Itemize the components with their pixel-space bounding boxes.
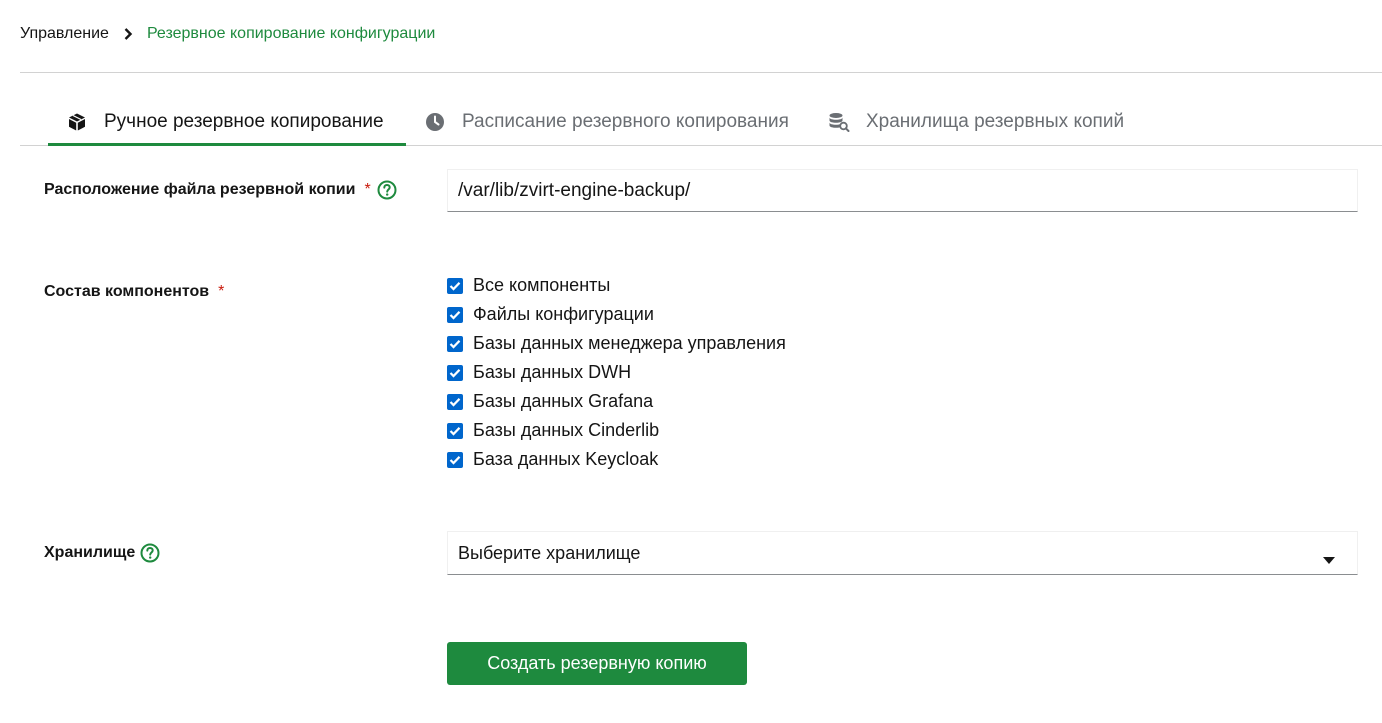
breadcrumb-current: Резервное копирование конфигурации [146,25,436,42]
storage-select-value: Выберите хранилище [458,542,641,563]
checkbox-checked-icon[interactable] [447,277,463,294]
label-text: Расположение файла резервной копии [44,181,356,198]
label-text: Хранилище [44,544,136,561]
breadcrumb-root[interactable]: Управление [20,25,109,43]
checkbox-checked-icon[interactable] [447,422,463,439]
checkbox-grafana-db[interactable]: Базы данных Grafana [447,387,786,416]
label-text: Состав компонентов [44,283,210,300]
required-mark: * [364,181,371,198]
database-search-icon [828,111,850,133]
box-icon [66,111,88,133]
checkbox-all-components[interactable]: Все компоненты [447,271,786,300]
checkbox-checked-icon[interactable] [447,364,463,381]
backup-location-input[interactable] [447,169,1358,212]
backup-location-label: Расположение файла резервной копии * [44,180,397,200]
clock-icon [424,111,446,133]
chevron-right-icon [123,28,135,40]
help-icon[interactable] [140,543,160,563]
required-mark: * [218,283,225,300]
checkbox-cinderlib-db[interactable]: Базы данных Cinderlib [447,416,786,445]
breadcrumb: Управление Резервное копирование конфигу… [20,24,435,44]
checkbox-label: Базы данных Cinderlib [473,420,660,440]
caret-down-icon [1323,549,1335,564]
storage-label: Хранилище [44,543,160,563]
tab-backup-schedule[interactable]: Расписание резервного копирования [424,100,789,144]
tab-label: Расписание резервного копирования [462,111,789,132]
checkbox-label: Базы данных DWH [473,362,632,382]
checkbox-label: Базы данных Grafana [473,391,654,411]
checkbox-checked-icon[interactable] [447,451,463,468]
tab-bar: Ручное резервное копирование Расписание … [20,100,1382,146]
create-backup-button[interactable]: Создать резервную копию [447,642,747,685]
tab-label: Ручное резервное копирование [104,111,384,132]
tab-manual-backup[interactable]: Ручное резервное копирование [48,100,406,146]
checkbox-label: Файлы конфигурации [473,304,654,324]
storage-select[interactable]: Выберите хранилище [447,531,1358,575]
help-icon[interactable] [377,180,397,200]
checkbox-checked-icon[interactable] [447,335,463,352]
components-label: Состав компонентов * [44,283,224,301]
tab-label: Хранилища резервных копий [866,111,1125,132]
checkbox-config-files[interactable]: Файлы конфигурации [447,300,786,329]
tab-backup-storages[interactable]: Хранилища резервных копий [828,100,1124,144]
checkbox-dwh-db[interactable]: Базы данных DWH [447,358,786,387]
checkbox-engine-db[interactable]: Базы данных менеджера управления [447,329,786,358]
header-divider [20,72,1382,73]
checkbox-label: Базы данных менеджера управления [473,333,786,353]
checkbox-checked-icon[interactable] [447,393,463,410]
components-checkbox-group: Все компоненты Файлы конфигурации Базы д… [447,271,786,474]
checkbox-keycloak-db[interactable]: База данных Keycloak [447,445,786,474]
checkbox-checked-icon[interactable] [447,306,463,323]
checkbox-label: База данных Keycloak [473,449,659,469]
checkbox-label: Все компоненты [473,275,611,295]
